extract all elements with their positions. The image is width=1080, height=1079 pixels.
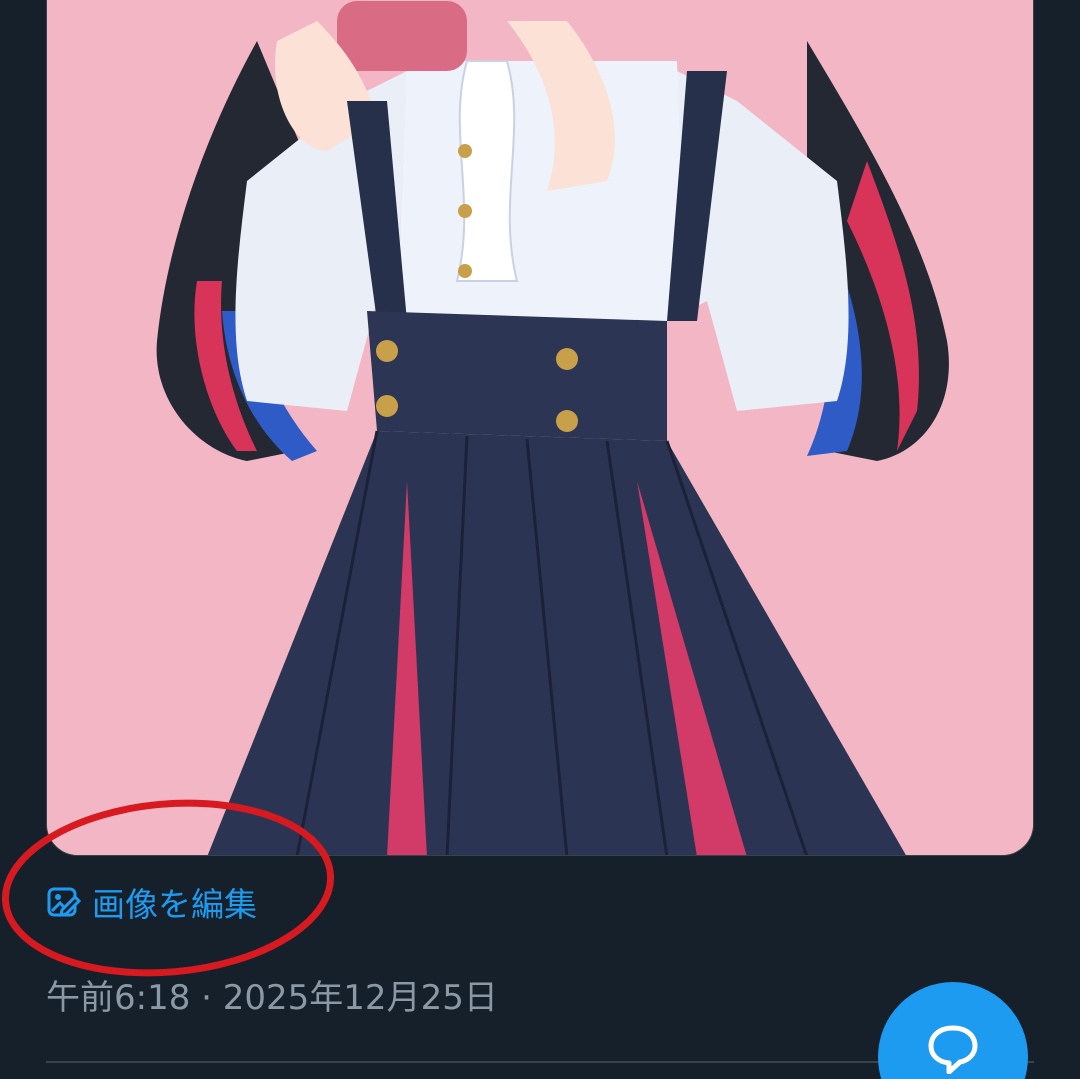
post-detail-screen: 画像を編集 午前6:18 · 2025年12月25日 (0, 0, 1080, 1079)
image-edit-icon (46, 884, 82, 920)
anime-girl-illustration (47, 0, 1033, 855)
post-image[interactable] (46, 0, 1034, 856)
edit-image-label: 画像を編集 (92, 885, 257, 924)
edit-image-button[interactable]: 画像を編集 (46, 878, 257, 926)
reply-bubble-icon (928, 1025, 978, 1074)
post-timestamp: 午前6:18 · 2025年12月25日 (46, 978, 498, 1018)
reply-fab-button[interactable] (878, 982, 1028, 1079)
